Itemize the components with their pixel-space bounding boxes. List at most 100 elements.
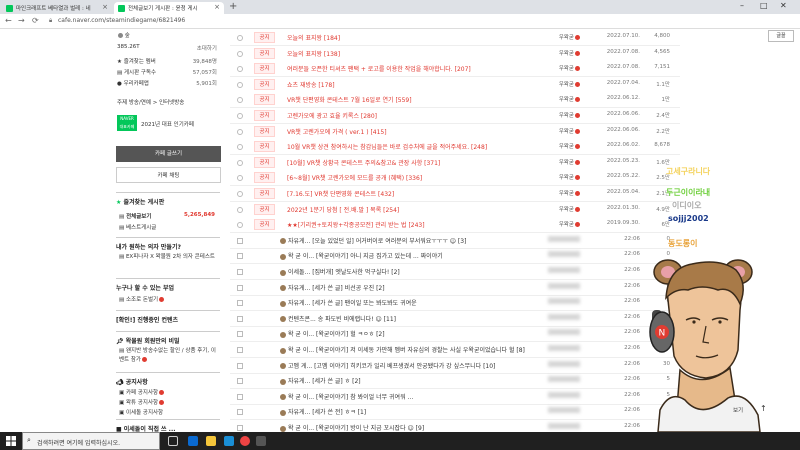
post-title-link[interactable]: 컨텐츠콘... 송 파도빈 비에랩니다! ☺ [11]: [280, 314, 530, 323]
select-checkbox[interactable]: [237, 222, 243, 229]
app-icon[interactable]: [256, 436, 266, 446]
post-title-link[interactable]: [7.16.도] VR챗 단편영화 콘테스트 [432]: [287, 189, 537, 198]
select-checkbox[interactable]: [237, 175, 243, 182]
file-explorer-icon[interactable]: [206, 436, 216, 446]
post-author[interactable]: 우왁굳: [532, 49, 580, 57]
notice-row[interactable]: 공지 쇼츠 재방송 [178] 우왁굳 2022.07.04. 1.1만: [230, 76, 680, 93]
chrome-icon[interactable]: [240, 436, 250, 446]
browser-tab[interactable]: 마인크래프트 베타열과 벌레 : 네 ×: [2, 2, 112, 14]
select-checkbox[interactable]: [237, 409, 243, 416]
sidebar-board-link[interactable]: ▣ 왁튜 공지사항: [119, 398, 219, 406]
post-title-link[interactable]: 왁 굳 이... [왁굳이야기] 저 이세동 가만해 멤버 자유심의 경찰는 사…: [280, 345, 530, 354]
post-author[interactable]: [532, 282, 580, 290]
windows-start-icon[interactable]: [6, 436, 16, 446]
edge-icon[interactable]: [188, 436, 198, 446]
task-view-icon[interactable]: [168, 436, 178, 446]
notice-row[interactable]: 공지 [6~8월] VR챗 고렌가오에 모드를 공개 (혜택) [336] 우왁굳 2…: [230, 170, 680, 187]
post-row[interactable]: 고멤 게... [고멤 이야기] 히키코가 일리 베프생겼서 안궁됐다가 강 싶…: [230, 358, 680, 374]
select-checkbox[interactable]: [237, 347, 243, 353]
post-row[interactable]: 왁 굳 이... [왁굳이야기] 참 봐이얼 너무 귀여워 ... 22:06 5: [230, 389, 680, 405]
post-title-link[interactable]: 자유게... [세가 쓴 글] 비선공 우진 [2]: [280, 283, 530, 292]
select-checkbox[interactable]: [237, 362, 243, 369]
select-checkbox[interactable]: [237, 191, 243, 197]
post-title-link[interactable]: 왁 굳 이... [왁굳이야기] 헐 ㅋㅇㅎ [2]: [280, 329, 530, 338]
minimize-icon[interactable]: –: [740, 1, 744, 10]
lock-icon[interactable]: 🔒︎: [49, 17, 52, 25]
select-checkbox[interactable]: [237, 315, 243, 322]
post-title-link[interactable]: 오늘의 표지왕 [138]: [287, 49, 537, 58]
post-title-link[interactable]: 2022년 1분기 당첨 [ 전.배.말 ] 목록 [254]: [287, 205, 537, 214]
select-checkbox[interactable]: [237, 300, 243, 307]
post-author[interactable]: [532, 376, 580, 383]
post-title-link[interactable]: 이세돌... [집버개] 엣날도사한 먹구실다! [2]: [280, 267, 530, 276]
post-author[interactable]: 우왁굳: [532, 205, 580, 213]
sidebar-board-link[interactable]: ▤ 왠지반 방송수없는 할인 / 상품 후기, 이벤트 참가: [119, 347, 219, 369]
select-checkbox[interactable]: [237, 253, 243, 260]
post-row[interactable]: 왁 굳 이... [왁굳이야기] 아니 지금 집가고 있는데 ... 짜이야기 2…: [230, 248, 680, 265]
notice-row[interactable]: 공지 [10월] VR챗 상황극 콘테스트 주의&참고& 관장 사항 [371] 우…: [230, 154, 680, 171]
post-author[interactable]: [532, 298, 580, 305]
close-tab-icon[interactable]: ×: [102, 3, 108, 11]
notice-row[interactable]: 공지 [7.16.도] VR챗 단편영화 콘테스트 [432] 우왁굳 2022.05…: [230, 186, 680, 202]
more-link[interactable]: 보기: [733, 406, 743, 414]
post-author[interactable]: [532, 235, 580, 243]
post-author[interactable]: [532, 251, 580, 258]
notice-row[interactable]: 공지 여러분들 오픈한 티셔츠 팬택 + 로고를 이용한 작업을 해야합니다. […: [230, 61, 680, 78]
post-author[interactable]: [532, 329, 580, 336]
post-row[interactable]: 이세돌... [집버개] 엣날도사한 먹구실다! [2]22:060: [230, 264, 680, 280]
maximize-icon[interactable]: □: [760, 1, 768, 10]
select-checkbox[interactable]: [237, 113, 243, 119]
post-title-link[interactable]: 여러분들 오픈한 티셔츠 팬택 + 로고를 이용한 작업을 해야합니다. [20…: [287, 64, 537, 73]
sidebar-board-link[interactable]: ▣ 카페 공지사항: [119, 388, 219, 396]
notice-row[interactable]: 공지 오늘의 표지왕 [184] 우왁굳 2022.07.10. 4,800: [230, 30, 680, 46]
post-row[interactable]: 자유게... [오늘 있었던 일] 어거버이로 여러분의 부서워요ㅜㅜㅜ ☺ […: [230, 233, 680, 249]
post-author[interactable]: [532, 267, 580, 274]
post-title-link[interactable]: VR챗 단편영화 콘테스트 7월 16일로 연기 [559]: [287, 95, 537, 104]
invite-link[interactable]: 초대하기: [197, 44, 217, 52]
post-title-link[interactable]: ★★[기리권+토지왕+각종공모전] 관리 받는 법 [243]: [287, 220, 537, 229]
post-title-link[interactable]: 자유게... [오늘 있었던 일] 어거버이로 여러분의 부서워요ㅜㅜㅜ ☺ […: [280, 236, 530, 245]
post-author[interactable]: [532, 313, 580, 321]
post-author[interactable]: 우왁굳: [532, 142, 580, 150]
close-tab-icon[interactable]: ×: [214, 3, 220, 11]
app-icon[interactable]: [224, 436, 234, 446]
select-checkbox[interactable]: [237, 237, 243, 244]
post-author[interactable]: [532, 423, 580, 430]
sidebar-board-link[interactable]: ▣ 이세돌 공지사항: [119, 408, 219, 416]
select-checkbox[interactable]: [237, 97, 243, 104]
post-author[interactable]: [532, 407, 580, 414]
select-checkbox[interactable]: [237, 66, 243, 73]
best-posts-link[interactable]: ▤ 베스트게시글: [119, 223, 219, 231]
post-author[interactable]: 우왁굳: [532, 158, 580, 166]
select-checkbox[interactable]: [237, 284, 243, 291]
post-author[interactable]: 우왁굳: [532, 127, 580, 135]
post-title-link[interactable]: 10월 VR챗 상견 참여하시는 참감님들은 바로 검수처에 글을 적어주세요.…: [287, 142, 537, 151]
post-title-link[interactable]: 쇼츠 재방송 [178]: [287, 80, 537, 89]
sidebar-board-link[interactable]: ▤ EX피나자 X 왁물원 2차 의자 콘테스트: [119, 252, 219, 268]
back-icon[interactable]: ←: [5, 16, 12, 25]
notice-row[interactable]: 공지 10월 VR챗 상견 참여하시는 참감님들은 바로 검수처에 글을 적어주세…: [230, 139, 680, 156]
post-title-link[interactable]: 왁 굳 이... [왁굳이야기] 참 봐이얼 너무 귀여워 ...: [280, 392, 530, 401]
post-row[interactable]: 컨텐츠콘... 송 파도빈 비에랩니다! ☺ [11]22:060: [230, 311, 680, 327]
post-author[interactable]: [532, 360, 580, 368]
select-checkbox[interactable]: [237, 50, 243, 57]
post-author[interactable]: [532, 345, 580, 352]
post-author[interactable]: 우왁굳: [532, 173, 580, 181]
post-author[interactable]: 우왁굳: [532, 80, 580, 88]
select-checkbox[interactable]: [237, 81, 243, 88]
post-author[interactable]: [532, 391, 580, 399]
post-title-link[interactable]: 자유게... [세가 쓴 전] ㅎㅋ [1]: [280, 407, 530, 416]
post-title-link[interactable]: [10월] VR챗 상황극 콘테스트 주의&참고& 관장 사항 [371]: [287, 158, 537, 167]
all-posts-link[interactable]: ▤ 전체글보기 5,265,849: [119, 212, 219, 220]
post-author[interactable]: 우왁굳: [532, 33, 580, 41]
select-checkbox[interactable]: [237, 159, 243, 166]
select-checkbox[interactable]: [237, 206, 243, 213]
font-settings-button[interactable]: 글꼴: [768, 30, 794, 42]
reload-icon[interactable]: ⟳: [32, 16, 39, 25]
post-title-link[interactable]: 고멤 게... [고멤 이야기] 히키코가 일리 베프생겼서 안궁됐다가 강 싶…: [280, 361, 530, 370]
post-row[interactable]: 자유게... [세가 쓴 글] ㅎ [2] 22:06 5: [230, 373, 680, 390]
post-title-link[interactable]: 왁 굳 이... [왁굳이야기] 아니 지금 집가고 있는데 ... 짜이야기: [280, 251, 530, 260]
post-row[interactable]: 왁 굳 이... [왁굳이야기] 저 이세동 가만해 멤버 자유심의 경찰는 사…: [230, 342, 680, 358]
post-author[interactable]: 우왁굳: [532, 95, 580, 103]
forward-icon[interactable]: →: [18, 16, 25, 25]
